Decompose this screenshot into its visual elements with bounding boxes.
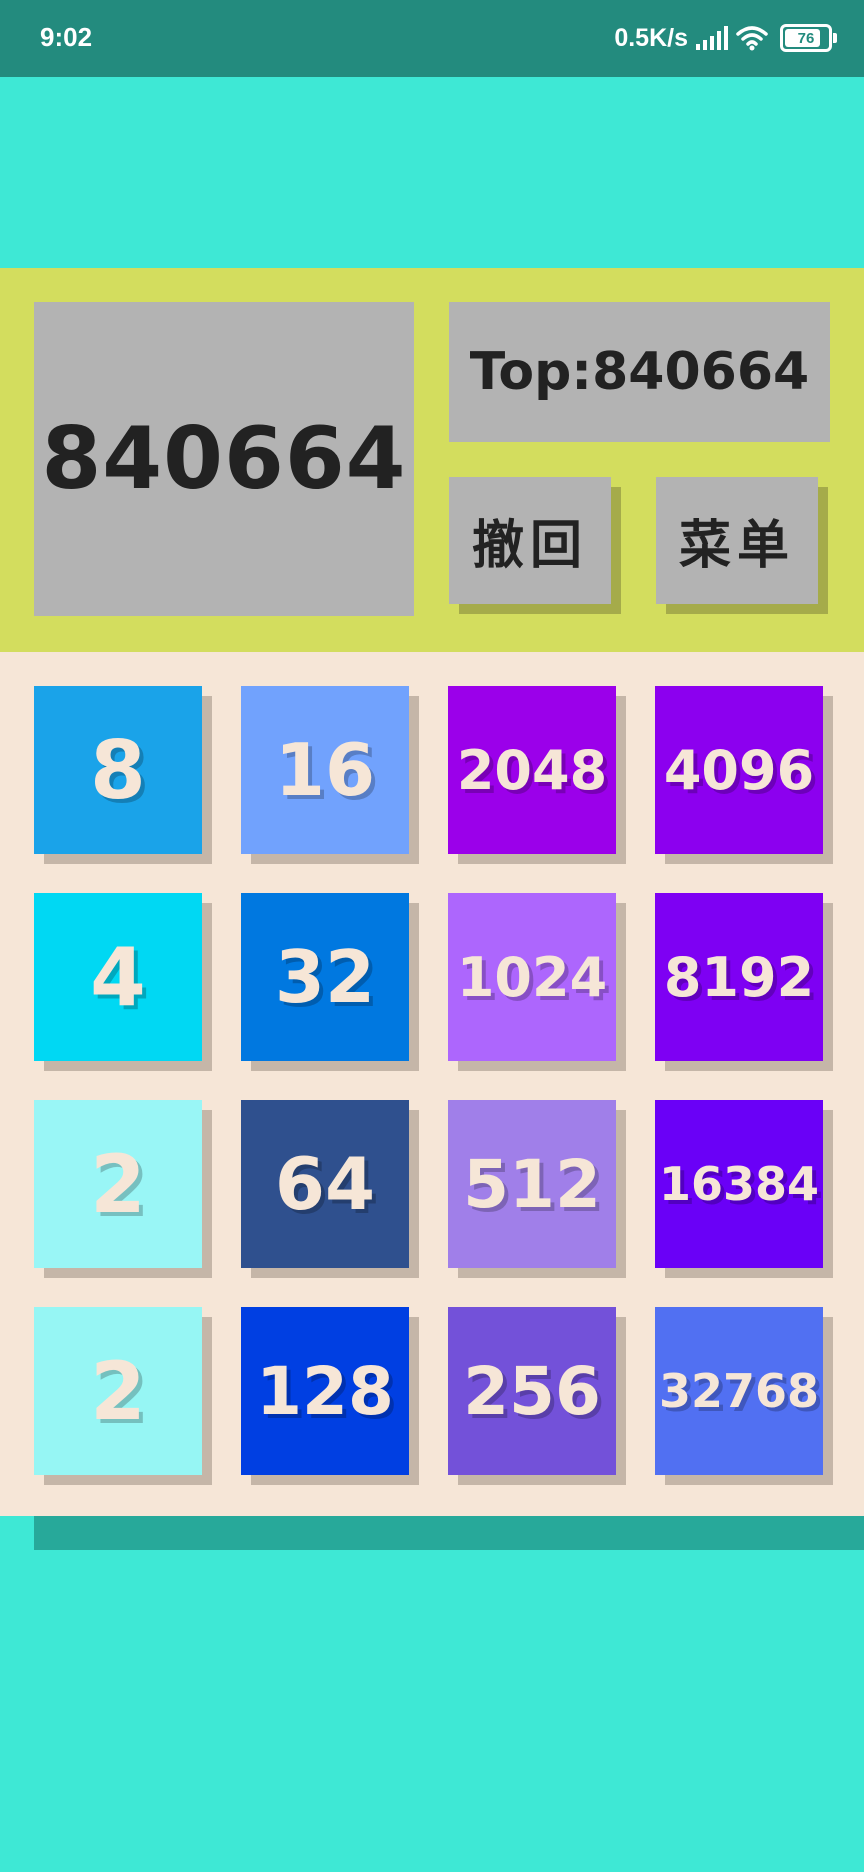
tile: 4 <box>34 893 202 1061</box>
wifi-icon <box>736 26 768 51</box>
battery-icon: 76 <box>780 24 837 52</box>
status-time: 9:02 <box>40 22 93 52</box>
board-footer-strip <box>34 1516 864 1550</box>
tile: 8 <box>34 686 202 854</box>
tile: 32 <box>241 893 409 1061</box>
current-score: 840664 <box>34 302 414 616</box>
game-board[interactable]: 8 16 2048 4096 4 32 1024 8192 2 64 512 16384 2 128 256… <box>0 652 864 1516</box>
tile: 2 <box>34 1100 202 1268</box>
tile: 64 <box>241 1100 409 1268</box>
status-bar: 9:02 0.5K/s 76 <box>0 0 864 77</box>
tile: 8192 <box>655 893 823 1061</box>
signal-icon <box>696 26 728 50</box>
network-speed: 0.5K/s <box>614 23 688 52</box>
tile: 4096 <box>655 686 823 854</box>
top-score: Top:840664 <box>449 302 830 442</box>
menu-button[interactable]: 菜单 <box>656 477 818 604</box>
tile: 16384 <box>655 1100 823 1268</box>
tile: 2 <box>34 1307 202 1475</box>
tile: 16 <box>241 686 409 854</box>
tile: 2048 <box>448 686 616 854</box>
status-indicators: 0.5K/s 76 <box>614 20 837 56</box>
tile: 128 <box>241 1307 409 1475</box>
score-panel: 840664 Top:840664 撤回 菜单 <box>0 268 864 652</box>
battery-level: 76 <box>797 29 815 47</box>
tile: 512 <box>448 1100 616 1268</box>
tile: 256 <box>448 1307 616 1475</box>
tile: 1024 <box>448 893 616 1061</box>
undo-button[interactable]: 撤回 <box>449 477 611 604</box>
tile: 32768 <box>655 1307 823 1475</box>
